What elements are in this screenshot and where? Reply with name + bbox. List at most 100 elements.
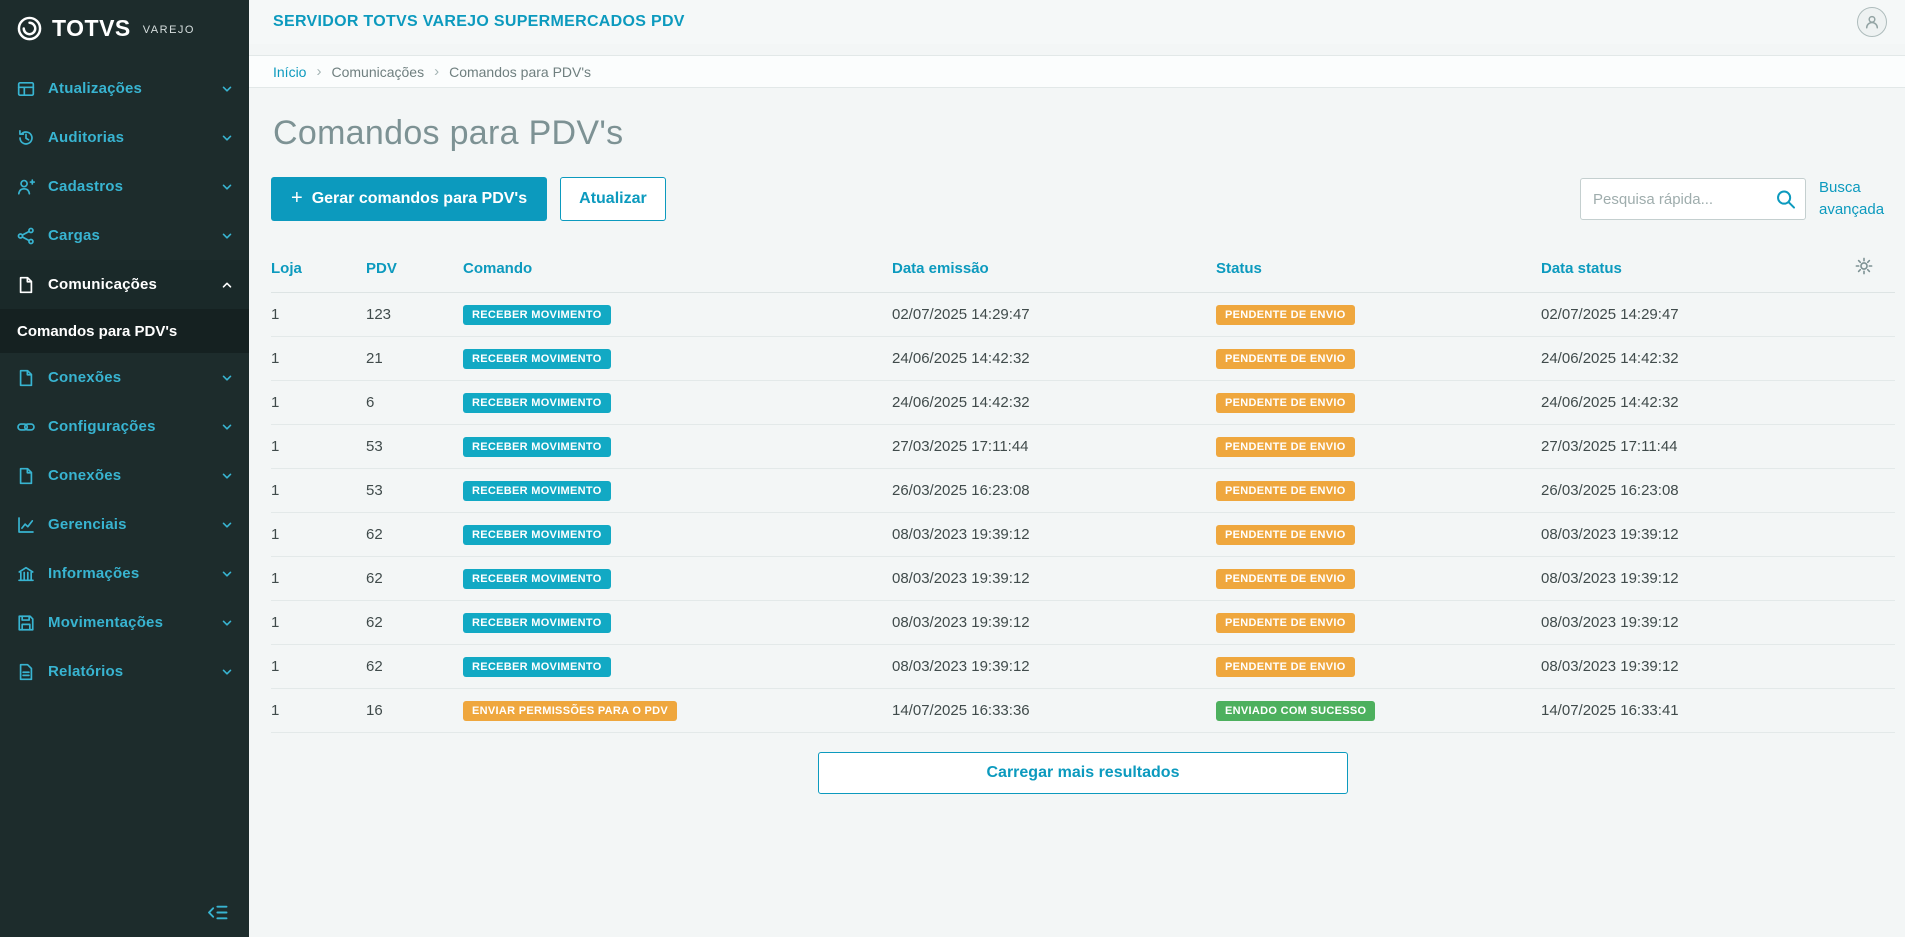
table-row: 1 62 RECEBER MOVIMENTO 08/03/2023 19:39:… [271,600,1895,645]
comando-badge: RECEBER MOVIMENTO [463,304,611,325]
commands-table: Loja PDV Comando Data emissão Status Dat… [271,251,1895,733]
toolbar: + Gerar comandos para PDV's Atualizar Bu… [271,177,1895,221]
page-title: Comandos para PDV's [273,114,624,152]
chevron-down-icon [221,617,233,629]
sidebar-item-label: Comunicações [48,276,158,293]
brand-logo: TOTVS VAREJO [0,0,249,50]
cell-comando: RECEBER MOVIMENTO [463,424,892,469]
brand-sub: VAREJO [142,24,195,36]
sidebar-item-conexoes[interactable]: Conexões [0,451,249,500]
cell-loja: 1 [271,556,366,601]
breadcrumb-item-comunicacoes[interactable]: Comunicações [331,64,424,80]
cell-status: PENDENTE DE ENVIO [1216,600,1541,645]
chart-icon [17,516,35,534]
sidebar-item-relatorios[interactable]: Relatórios [0,647,249,696]
sidebar-item-movimentacoes[interactable]: Movimentações [0,598,249,647]
advanced-search-link[interactable]: Busca avançada [1819,177,1895,221]
cell-status: PENDENTE DE ENVIO [1216,380,1541,425]
breadcrumb-item-comandos-para-pdv-s: Comandos para PDV's [449,63,592,80]
sidebar-item-auditorias[interactable]: Auditorias [0,113,249,162]
chevron-down-icon [221,568,233,580]
sidebar-item-cargas[interactable]: Cargas [0,211,249,260]
plus-icon: + [291,187,303,209]
cell-pdv: 62 [366,556,463,601]
sidebar-subitem-comandos-para-pdv-s[interactable]: Comandos para PDV's [0,309,249,353]
status-badge: PENDENTE DE ENVIO [1216,612,1355,633]
cell-actions [1855,380,1895,425]
generate-commands-button[interactable]: + Gerar comandos para PDV's [271,177,548,221]
sidebar-item-comunicacoes[interactable]: Comunicações [0,260,249,309]
status-badge: PENDENTE DE ENVIO [1216,480,1355,501]
chevron-down-icon [221,132,233,144]
cell-data-status: 08/03/2023 19:39:12 [1541,556,1855,601]
cell-actions [1855,468,1895,513]
cell-status: PENDENTE DE ENVIO [1216,556,1541,601]
cell-comando: RECEBER MOVIMENTO [463,556,892,601]
cell-data-status: 08/03/2023 19:39:12 [1541,600,1855,645]
sidebar-item-gerenciais[interactable]: Gerenciais [0,500,249,549]
cell-data-status: 24/06/2025 14:42:32 [1541,336,1855,381]
column-header-data-status[interactable]: Data status [1541,251,1855,293]
cell-actions [1855,424,1895,469]
chevron-down-icon [221,230,233,242]
comando-badge: ENVIAR PERMISSÕES PARA O PDV [463,700,678,721]
column-header-loja[interactable]: Loja [271,251,366,293]
sidebar-item-label: Conexões [48,467,122,484]
cell-data-emissao: 27/03/2025 17:11:44 [892,424,1216,469]
comando-badge: RECEBER MOVIMENTO [463,436,611,457]
cell-status: PENDENTE DE ENVIO [1216,424,1541,469]
status-badge: PENDENTE DE ENVIO [1216,304,1355,325]
report-icon [17,663,35,681]
cell-status: PENDENTE DE ENVIO [1216,292,1541,337]
save-icon [17,614,35,632]
settings-gear-icon[interactable] [1855,257,1873,275]
column-header-data-emissao[interactable]: Data emissão [892,251,1216,293]
chevron-down-icon [221,372,233,384]
cell-loja: 1 [271,468,366,513]
cell-pdv: 123 [366,292,463,337]
sidebar-item-label: Configurações [48,418,156,435]
chevron-down-icon [221,666,233,678]
avatar[interactable] [1857,7,1887,37]
sidebar-item-label: Relatórios [48,663,124,680]
refresh-button[interactable]: Atualizar [560,177,666,221]
totvs-logo-icon [16,15,43,42]
table-row: 1 53 RECEBER MOVIMENTO 27/03/2025 17:11:… [271,424,1895,469]
load-more-button[interactable]: Carregar mais resultados [818,752,1348,794]
share-icon [17,227,35,245]
table-row: 1 62 RECEBER MOVIMENTO 08/03/2023 19:39:… [271,512,1895,557]
cell-pdv: 53 [366,424,463,469]
table-row: 1 53 RECEBER MOVIMENTO 26/03/2025 16:23:… [271,468,1895,513]
column-header-pdv[interactable]: PDV [366,251,463,293]
sidebar-item-atualizacoes[interactable]: Atualizações [0,64,249,113]
sidebar-item-configuracoes[interactable]: Configurações [0,402,249,451]
cell-data-status: 02/07/2025 14:29:47 [1541,292,1855,337]
comando-badge: RECEBER MOVIMENTO [463,524,611,545]
sidebar-subitem-label: Comandos para PDV's [17,322,178,340]
cell-status: PENDENTE DE ENVIO [1216,512,1541,557]
cell-comando: ENVIAR PERMISSÕES PARA O PDV [463,688,892,733]
cell-comando: RECEBER MOVIMENTO [463,644,892,689]
sidebar-item-cadastros[interactable]: Cadastros [0,162,249,211]
brand-name: TOTVS [52,14,131,41]
chevron-down-icon [221,519,233,531]
table-row: 1 62 RECEBER MOVIMENTO 08/03/2023 19:39:… [271,644,1895,689]
quick-search-input[interactable] [1580,178,1806,220]
cell-data-emissao: 14/07/2025 16:33:36 [892,688,1216,733]
comando-badge: RECEBER MOVIMENTO [463,480,611,501]
cell-actions [1855,292,1895,337]
table-row: 1 123 RECEBER MOVIMENTO 02/07/2025 14:29… [271,292,1895,337]
column-header-status[interactable]: Status [1216,251,1541,293]
column-header-comando[interactable]: Comando [463,251,892,293]
sidebar-item-informacoes[interactable]: Informações [0,549,249,598]
comando-badge: RECEBER MOVIMENTO [463,656,611,677]
status-badge: PENDENTE DE ENVIO [1216,524,1355,545]
search-icon[interactable] [1775,189,1796,210]
link-icon [17,418,35,436]
breadcrumb-item-inicio[interactable]: Início [273,64,306,80]
sidebar-item-conexoes[interactable]: Conexões [0,353,249,402]
sidebar: TOTVS VAREJO Atualizações Auditorias Cad… [0,0,249,937]
user-icon [1864,14,1880,30]
collapse-menu-icon[interactable] [207,904,229,921]
sidebar-item-label: Gerenciais [48,516,127,533]
